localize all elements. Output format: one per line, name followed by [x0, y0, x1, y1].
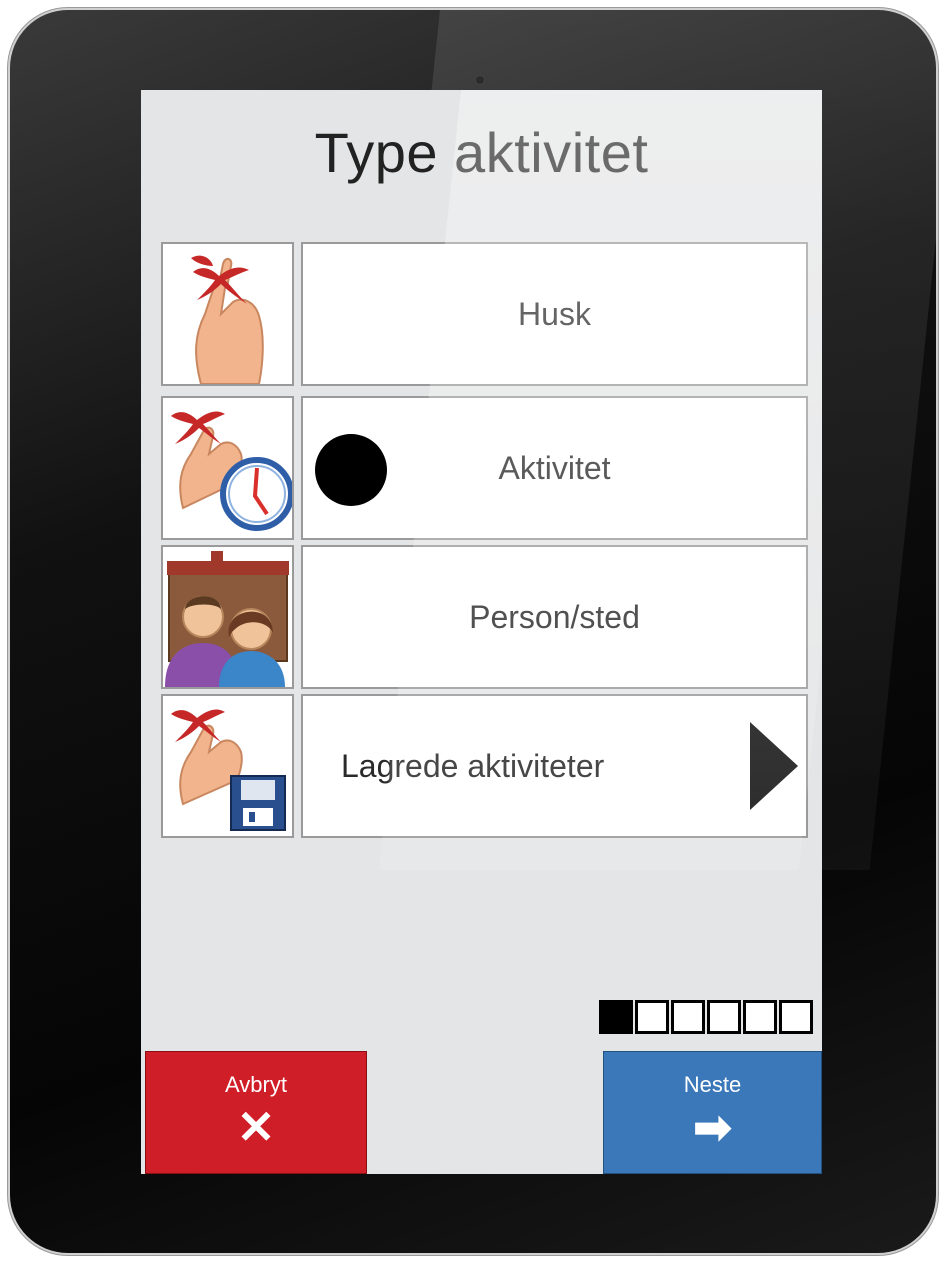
option-aktivitet[interactable]: Aktivitet — [161, 396, 808, 540]
page-title: Type aktivitet — [314, 121, 649, 184]
page-dot — [671, 1000, 705, 1034]
option-husk[interactable]: Husk — [161, 242, 808, 386]
next-button-label: Neste — [683, 1072, 742, 1097]
option-label-cell[interactable]: Person/sted — [301, 545, 808, 689]
option-person-sted[interactable]: Person/sted — [161, 545, 808, 689]
app-screen: Type aktivitet Husk Aktivitet Person/ste… — [141, 90, 822, 1174]
option-label: Person/sted — [469, 598, 640, 635]
camera-lens — [476, 76, 484, 84]
option-label: Husk — [518, 295, 591, 332]
page-dot — [779, 1000, 813, 1034]
page-indicator — [599, 1000, 813, 1034]
next-button[interactable]: Neste ➡ — [603, 1051, 822, 1174]
option-label-cell[interactable]: Aktivitet — [301, 396, 808, 540]
option-label-cell[interactable]: Husk — [301, 242, 808, 386]
close-icon: ✕ — [236, 1101, 276, 1153]
option-label: Aktivitet — [498, 449, 611, 486]
page-dot — [707, 1000, 741, 1034]
string-finger-icon[interactable] — [161, 242, 294, 386]
chevron-right-icon[interactable] — [750, 722, 798, 810]
page-dot — [743, 1000, 777, 1034]
cancel-button[interactable]: Avbryt ✕ — [145, 1051, 367, 1174]
cancel-button-label: Avbryt — [225, 1072, 287, 1097]
option-lagrede-aktiviteter[interactable]: Lagrede aktiviteter — [161, 694, 808, 838]
option-label: Lagrede aktiviteter — [341, 747, 605, 784]
string-finger-clock-icon[interactable] — [161, 396, 294, 540]
arrow-right-icon: ➡ — [693, 1101, 732, 1153]
option-label-cell[interactable]: Lagrede aktiviteter — [301, 694, 808, 838]
page-dot — [635, 1000, 669, 1034]
page-dot-active — [599, 1000, 633, 1034]
tablet-frame: Type aktivitet Husk Aktivitet Person/ste… — [10, 10, 936, 1253]
string-finger-floppy-icon[interactable] — [161, 694, 294, 838]
people-house-icon[interactable] — [161, 545, 294, 689]
